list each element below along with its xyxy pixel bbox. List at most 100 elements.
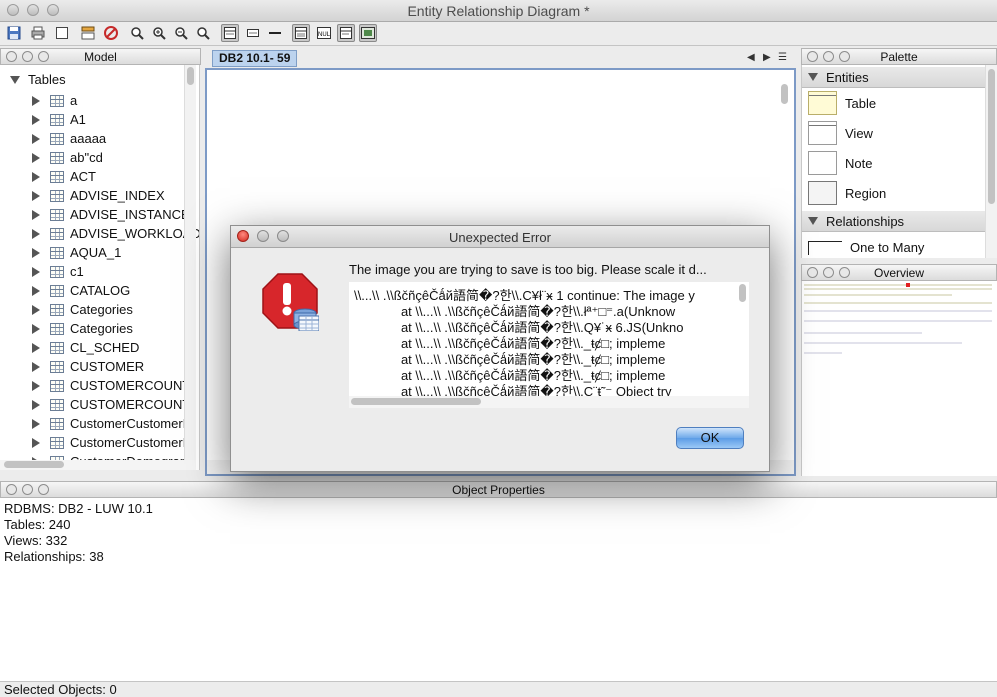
stack-trace-line: at \\...\\ .\\ßčñçêČǻй語简�?한\\.łª⁺□⁼.a(Un… (354, 304, 676, 319)
table-tree-item[interactable]: CustomerCustomerD (32, 414, 199, 433)
expand-triangle-icon[interactable] (32, 323, 40, 334)
table-tree-item[interactable]: aaaaa (32, 129, 199, 148)
tab-scroll-right-icon[interactable]: ▶ (763, 52, 771, 63)
expand-triangle-icon[interactable] (32, 285, 40, 296)
expand-triangle-icon[interactable] (32, 190, 40, 201)
tree-root-tables[interactable]: Tables (10, 72, 66, 87)
export-image-icon[interactable] (359, 24, 377, 42)
table-tree-item[interactable]: CUSTOMERCOUNT (32, 395, 199, 414)
table-tree-item[interactable]: c1 (32, 262, 199, 281)
properties-panel-title: Object Properties (452, 483, 545, 497)
expand-triangle-icon[interactable] (32, 418, 40, 429)
palette-vertical-scrollbar[interactable] (985, 65, 997, 258)
print-icon[interactable] (29, 24, 47, 42)
expand-triangle-icon[interactable] (32, 342, 40, 353)
table-tree-item[interactable]: ab"cd (32, 148, 199, 167)
palette-relationships-header[interactable]: Relationships (802, 211, 985, 232)
table-tree-item[interactable]: ADVISE_INSTANCE (32, 205, 199, 224)
table-tree-item[interactable]: ADVISE_INDEX (32, 186, 199, 205)
expand-triangle-icon[interactable] (32, 209, 40, 220)
expand-triangle-icon[interactable] (32, 171, 40, 182)
layout-icon[interactable] (79, 24, 97, 42)
canvas-vertical-scrollbar[interactable] (779, 72, 791, 457)
zoom-in-icon[interactable] (150, 24, 168, 42)
expand-triangle-icon[interactable] (32, 399, 40, 410)
expand-triangle-icon[interactable] (32, 304, 40, 315)
table-name-label: CATALOG (70, 283, 131, 298)
palette-item-region[interactable]: Region (808, 181, 886, 205)
table-icon (50, 436, 64, 449)
tab-scroll-left-icon[interactable]: ◀ (747, 52, 755, 63)
diagram-tab[interactable]: DB2 10.1- 59 (212, 50, 298, 67)
palette-item-table[interactable]: Table (808, 91, 876, 115)
table-name-label: a (70, 93, 78, 108)
expand-triangle-icon[interactable] (32, 437, 40, 448)
save-icon[interactable] (5, 24, 23, 42)
expand-triangle-icon[interactable] (32, 133, 40, 144)
table-tree-item[interactable]: CustomerCustomerD (32, 433, 199, 452)
zoom-icon[interactable] (128, 24, 146, 42)
palette-scroll-thumb[interactable] (988, 69, 995, 204)
table-tree-item[interactable]: CL_SCHED (32, 338, 199, 357)
table-name-label: CUSTOMERCOUNT (70, 397, 191, 412)
page-setup-icon[interactable] (53, 24, 71, 42)
stack-hscroll-thumb[interactable] (351, 398, 481, 405)
stack-trace-text: \\...\\ .\\ßčñçêČǻй語简�?한\\.C¥ł¨ӿ 1 conti… (354, 288, 695, 400)
table-list: a A1 aaaaa ab"cd ACT ADVISE_INDEX ADVISE_INSTA… (32, 91, 199, 470)
model-scroll-thumb[interactable] (187, 67, 194, 85)
table-tree-item[interactable]: CUSTOMERCOUNT (32, 376, 199, 395)
table-tree-item[interactable]: AQUA_1 (32, 243, 199, 262)
zoom-out-icon[interactable] (172, 24, 190, 42)
stack-trace-area[interactable]: \\...\\ .\\ßčñçêČǻй語简�?한\\.C¥ł¨ӿ 1 conti… (349, 282, 749, 408)
note-icon[interactable] (337, 24, 355, 42)
expand-triangle-icon[interactable] (32, 228, 40, 239)
expand-triangle-icon[interactable] (32, 266, 40, 277)
model-hscroll-thumb[interactable] (4, 461, 64, 468)
table-tree-item[interactable]: CUSTOMER (32, 357, 199, 376)
table-tree-item[interactable]: Categories (32, 300, 199, 319)
table-tree-item[interactable]: CATALOG (32, 281, 199, 300)
palette-entities-header[interactable]: Entities (802, 67, 985, 88)
table-tree-item[interactable]: Categories (32, 319, 199, 338)
table-icon (50, 94, 64, 107)
table-tree-item[interactable]: a (32, 91, 199, 110)
table-tree-item[interactable]: ADVISE_WORKLOAD (32, 224, 199, 243)
grid-icon[interactable] (292, 24, 310, 42)
expand-triangle-icon[interactable] (32, 152, 40, 163)
expanded-triangle-icon[interactable] (10, 75, 20, 84)
stack-scroll-thumb[interactable] (739, 284, 746, 302)
table-icon (50, 170, 64, 183)
stack-vertical-scrollbar[interactable] (737, 282, 749, 394)
palette-entities-label: Entities (826, 69, 869, 85)
table-tree-item[interactable]: A1 (32, 110, 199, 129)
expanded-triangle-icon[interactable] (808, 73, 818, 81)
delete-icon[interactable] (102, 24, 120, 42)
tab-list-icon[interactable]: ☰ (778, 52, 787, 63)
table-display-icon[interactable] (221, 24, 239, 42)
zoom-fit-icon[interactable] (194, 24, 212, 42)
expand-triangle-icon[interactable] (32, 380, 40, 391)
table-icon (50, 208, 64, 221)
line-icon[interactable] (266, 24, 284, 42)
overview-minimap[interactable] (801, 281, 997, 476)
palette-item-one-to-many[interactable]: One to Many (808, 239, 924, 255)
expanded-triangle-icon[interactable] (808, 217, 818, 225)
stack-horizontal-scrollbar[interactable] (349, 396, 749, 408)
model-vertical-scrollbar[interactable] (184, 65, 196, 460)
table-name-label: ACT (70, 169, 96, 184)
table-icon (50, 132, 64, 145)
table-icon (50, 265, 64, 278)
expand-triangle-icon[interactable] (32, 361, 40, 372)
model-horizontal-scrollbar[interactable] (0, 460, 196, 470)
columns-icon[interactable] (244, 24, 262, 42)
table-tree-item[interactable]: ACT (32, 167, 199, 186)
canvas-scroll-thumb[interactable] (781, 84, 788, 104)
table-name-label: CustomerCustomerD (70, 416, 193, 431)
expand-triangle-icon[interactable] (32, 114, 40, 125)
ok-button[interactable]: OK (676, 427, 744, 449)
expand-triangle-icon[interactable] (32, 247, 40, 258)
null-icon[interactable]: NUL (315, 24, 333, 42)
palette-item-note[interactable]: Note (808, 151, 872, 175)
palette-item-view[interactable]: View (808, 121, 873, 145)
expand-triangle-icon[interactable] (32, 95, 40, 106)
